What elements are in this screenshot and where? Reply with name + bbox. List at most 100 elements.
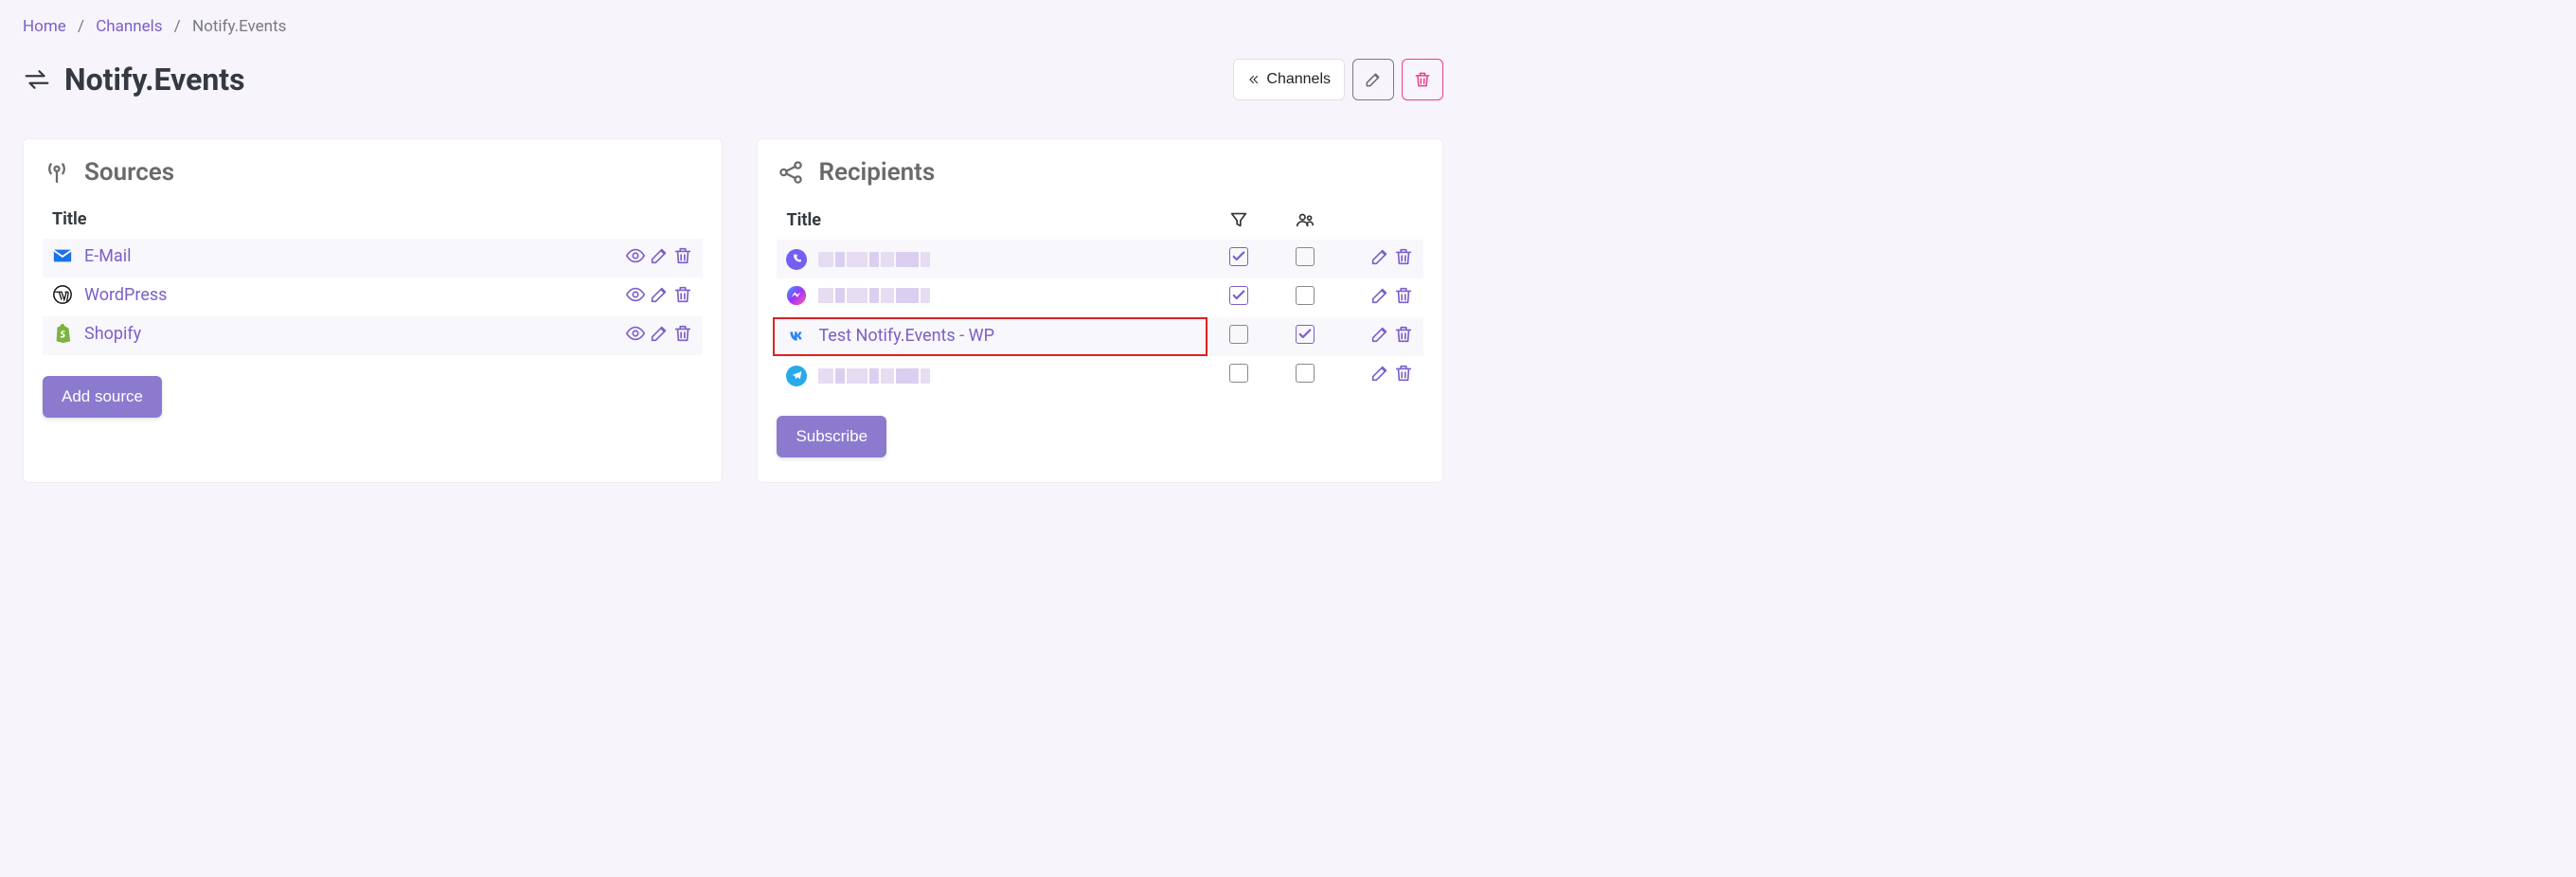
source-link[interactable]: WordPress	[52, 284, 167, 305]
checkbox-checked[interactable]	[1229, 286, 1248, 305]
recipient-link[interactable]	[786, 249, 932, 270]
delete-action[interactable]	[672, 245, 693, 266]
wordpress-icon	[52, 284, 73, 305]
edit-action[interactable]	[649, 323, 670, 344]
source-link[interactable]: Shopify	[52, 323, 141, 344]
breadcrumb-sep: /	[174, 17, 181, 36]
swap-icon	[23, 65, 51, 94]
recipients-column-title: Title	[777, 204, 1206, 240]
group-check-cell	[1272, 278, 1338, 317]
channels-button-label: Channels	[1266, 71, 1331, 88]
recipient-actions	[1338, 278, 1423, 317]
checkbox-unchecked[interactable]	[1296, 364, 1315, 383]
delete-action[interactable]	[1393, 285, 1414, 306]
breadcrumb-home[interactable]: Home	[23, 17, 66, 36]
source-actions	[580, 316, 703, 355]
delete-action[interactable]	[1393, 363, 1414, 384]
share-icon	[777, 158, 805, 187]
vk-icon	[786, 326, 807, 347]
group-check-cell	[1272, 240, 1338, 278]
breadcrumb-sep: /	[78, 17, 84, 36]
email-icon	[52, 245, 73, 266]
add-source-button[interactable]: Add source	[43, 376, 162, 418]
group-icon	[1295, 209, 1315, 230]
delete-channel-button[interactable]	[1402, 59, 1443, 100]
sources-column-title: Title	[43, 204, 580, 239]
filter-column-header	[1206, 204, 1272, 240]
delete-action[interactable]	[1393, 324, 1414, 345]
redacted-text	[818, 252, 932, 267]
filter-check-cell	[1206, 278, 1272, 317]
view-action[interactable]	[625, 245, 646, 266]
messenger-icon	[786, 285, 807, 306]
edit-action[interactable]	[1369, 363, 1390, 384]
delete-action[interactable]	[672, 284, 693, 305]
channels-button[interactable]: Channels	[1233, 59, 1345, 100]
recipients-card: Recipients Title Test Notify.Events - WP…	[757, 138, 1443, 483]
page-title: Notify.Events	[23, 62, 245, 98]
trash-icon	[1413, 70, 1432, 89]
shopify-icon	[52, 323, 73, 344]
recipient-link[interactable]	[786, 285, 932, 306]
edit-action[interactable]	[649, 245, 670, 266]
subscribe-button[interactable]: Subscribe	[777, 416, 886, 457]
edit-channel-button[interactable]	[1352, 59, 1394, 100]
filter-check-cell	[1206, 240, 1272, 278]
recipient-row	[777, 278, 1423, 317]
sources-heading-text: Sources	[84, 158, 174, 187]
recipient-row	[777, 356, 1423, 395]
breadcrumb: Home / Channels / Notify.Events	[23, 17, 1443, 36]
recipient-actions	[1338, 356, 1423, 395]
checkbox-unchecked[interactable]	[1229, 364, 1248, 383]
recipients-table: Title Test Notify.Events - WP	[777, 204, 1423, 395]
edit-action[interactable]	[1369, 285, 1390, 306]
source-row: Shopify	[43, 316, 703, 355]
recipient-link[interactable]	[786, 366, 932, 386]
edit-icon	[1364, 70, 1383, 89]
page-title-text: Notify.Events	[64, 62, 245, 98]
source-label: WordPress	[84, 285, 167, 305]
source-row: E-Mail	[43, 239, 703, 277]
breadcrumb-current: Notify.Events	[192, 17, 286, 36]
broadcast-icon	[43, 158, 71, 187]
recipient-actions	[1338, 240, 1423, 278]
recipient-actions	[1338, 317, 1423, 356]
page-header: Notify.Events Channels	[23, 59, 1443, 100]
recipient-link[interactable]: Test Notify.Events - WP	[786, 326, 994, 347]
recipients-heading: Recipients	[777, 158, 1423, 187]
source-row: WordPress	[43, 277, 703, 316]
header-actions: Channels	[1233, 59, 1443, 100]
view-action[interactable]	[625, 323, 646, 344]
edit-action[interactable]	[649, 284, 670, 305]
sources-heading: Sources	[43, 158, 703, 187]
checkbox-unchecked[interactable]	[1296, 247, 1315, 266]
checkbox-checked[interactable]	[1296, 325, 1315, 344]
group-column-header	[1272, 204, 1338, 240]
recipients-heading-text: Recipients	[818, 158, 935, 187]
delete-action[interactable]	[672, 323, 693, 344]
source-link[interactable]: E-Mail	[52, 245, 131, 266]
filter-check-cell	[1206, 356, 1272, 395]
edit-action[interactable]	[1369, 324, 1390, 345]
view-action[interactable]	[625, 284, 646, 305]
edit-action[interactable]	[1369, 246, 1390, 267]
checkbox-checked[interactable]	[1229, 247, 1248, 266]
filter-check-cell	[1206, 317, 1272, 356]
redacted-text	[818, 368, 932, 384]
group-check-cell	[1272, 356, 1338, 395]
breadcrumb-channels[interactable]: Channels	[96, 17, 162, 36]
group-check-cell	[1272, 317, 1338, 356]
recipient-label: Test Notify.Events - WP	[818, 326, 994, 346]
source-label: E-Mail	[84, 246, 131, 266]
source-actions	[580, 239, 703, 277]
redacted-text	[818, 288, 932, 303]
source-actions	[580, 277, 703, 316]
chevron-left-double-icon	[1247, 73, 1261, 86]
recipient-row	[777, 240, 1423, 278]
viber-icon	[786, 249, 807, 270]
sources-card: Sources Title E-Mail WordPress Shopify Add…	[23, 138, 723, 483]
recipient-row: Test Notify.Events - WP	[777, 317, 1423, 356]
delete-action[interactable]	[1393, 246, 1414, 267]
checkbox-unchecked[interactable]	[1229, 325, 1248, 344]
checkbox-unchecked[interactable]	[1296, 286, 1315, 305]
